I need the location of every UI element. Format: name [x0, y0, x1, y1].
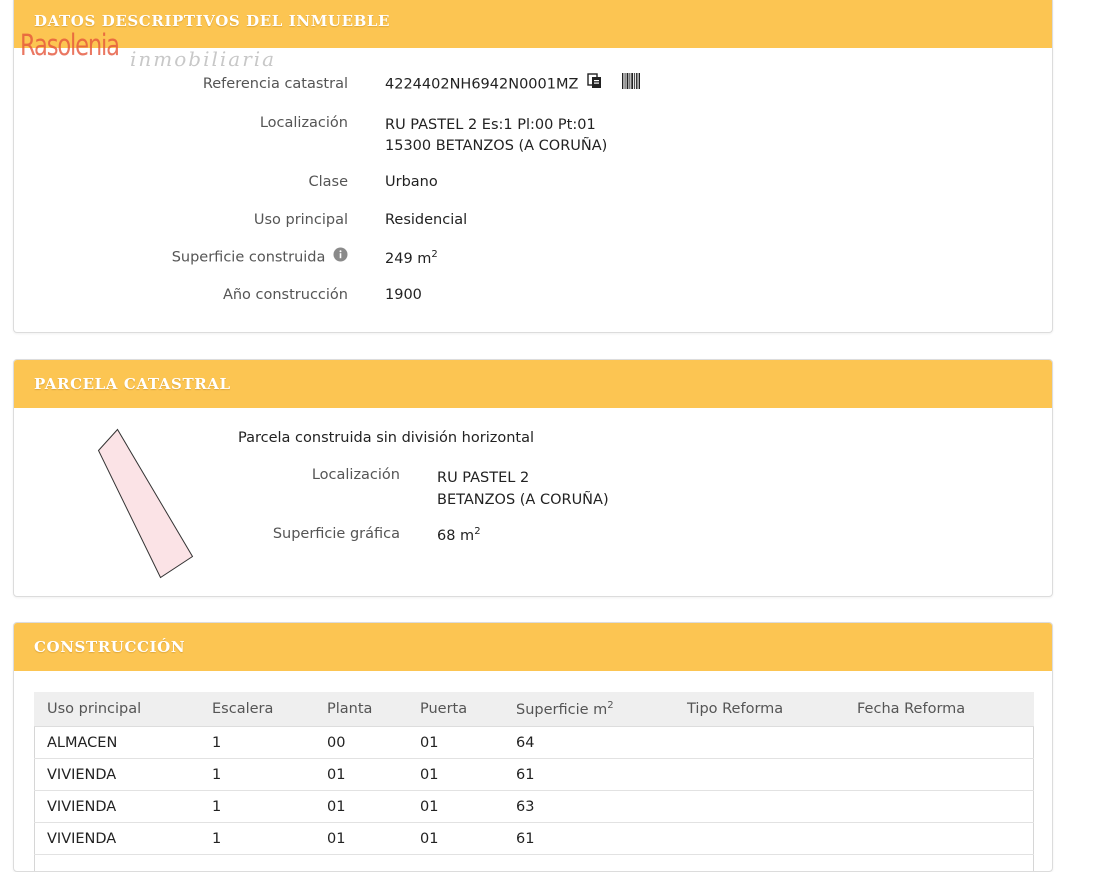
- cell-escalera: 1: [199, 758, 314, 791]
- barcode-icon[interactable]: [621, 73, 640, 93]
- superficie-construida-row-label: Superficie construida: [171, 247, 348, 266]
- cell-escalera: 1: [199, 726, 314, 759]
- construccion-panel-title: CONSTRUCCIÓN: [14, 623, 1052, 671]
- col-header-superficie[interactable]: Superficie m2: [503, 692, 674, 727]
- col-header-planta[interactable]: Planta: [314, 692, 407, 727]
- table-row: VIVIENDA 1 01 01 63: [34, 790, 1034, 823]
- col-header-escalera[interactable]: Escalera: [199, 692, 314, 727]
- cell-fecha-reforma: [844, 790, 1034, 823]
- cell-puerta: 01: [407, 790, 503, 823]
- superficie-grafica-unit-exp: 2: [474, 526, 481, 537]
- col-header-puerta[interactable]: Puerta: [407, 692, 503, 727]
- parcela-localizacion-value: RU PASTEL 2 BETANZOS (A CORUÑA): [437, 467, 609, 511]
- parcela-localizacion-line2: BETANZOS (A CORUÑA): [437, 492, 609, 508]
- uso-principal-label: Uso principal: [253, 212, 348, 228]
- col-header-fecha-reforma[interactable]: Fecha Reforma: [844, 692, 1034, 727]
- anio-construccion-value: 1900: [385, 287, 422, 303]
- cell-planta: 01: [314, 790, 407, 823]
- parcela-panel: PARCELA CATASTRAL Parcela construida sin…: [13, 359, 1053, 597]
- localizacion-line1: RU PASTEL 2 Es:1 Pl:00 Pt:01: [385, 117, 596, 133]
- parcela-panel-title: PARCELA CATASTRAL: [14, 360, 1052, 408]
- parcela-localizacion-label: Localización: [311, 467, 400, 483]
- construccion-panel: CONSTRUCCIÓN Uso principal Escalera Plan…: [13, 622, 1053, 872]
- table-row: ALMACEN 1 00 01 64: [34, 726, 1034, 759]
- construccion-table: Uso principal Escalera Planta Puerta Sup…: [34, 692, 1034, 855]
- clase-value: Urbano: [385, 174, 438, 190]
- parcela-localizacion-line1: RU PASTEL 2: [437, 470, 530, 486]
- col-header-tipo-reforma[interactable]: Tipo Reforma: [674, 692, 844, 727]
- cell-fecha-reforma: [844, 758, 1034, 791]
- info-icon[interactable]: [333, 247, 348, 266]
- cell-escalera: 1: [199, 822, 314, 855]
- superficie-grafica-value: 68 m2: [437, 526, 481, 544]
- col-header-superficie-text: Superficie m: [516, 701, 608, 718]
- cell-puerta: 01: [407, 758, 503, 791]
- superficie-construida-label: Superficie construida: [171, 249, 326, 266]
- clase-label: Clase: [308, 174, 348, 190]
- col-header-uso[interactable]: Uso principal: [34, 692, 199, 727]
- parcela-description: Parcela construida sin división horizont…: [238, 430, 534, 446]
- cell-uso: VIVIENDA: [34, 758, 199, 791]
- cell-uso: ALMACEN: [34, 726, 199, 759]
- copy-icon[interactable]: [587, 73, 603, 93]
- cell-planta: 00: [314, 726, 407, 759]
- superficie-construida-value: 249 m2: [385, 249, 438, 267]
- table-row: VIVIENDA 1 01 01 61: [34, 758, 1034, 791]
- referencia-row: 4224402NH6942N0001MZ: [385, 73, 640, 93]
- table-row: VIVIENDA 1 01 01 61: [34, 822, 1034, 855]
- cell-escalera: 1: [199, 790, 314, 823]
- superficie-construida-unit-exp: 2: [431, 249, 438, 260]
- referencia-label: Referencia catastral: [202, 76, 348, 92]
- uso-principal-value: Residencial: [385, 212, 468, 228]
- cell-uso: VIVIENDA: [34, 790, 199, 823]
- cell-puerta: 01: [407, 726, 503, 759]
- cell-planta: 01: [314, 758, 407, 791]
- cell-superficie: 61: [503, 822, 674, 855]
- cell-planta: 01: [314, 822, 407, 855]
- localizacion-label: Localización: [259, 115, 348, 131]
- cell-fecha-reforma: [844, 726, 1034, 759]
- anio-construccion-label: Año construcción: [222, 287, 348, 303]
- cell-puerta: 01: [407, 822, 503, 855]
- superficie-construida-number: 249 m: [385, 250, 432, 267]
- inmueble-panel-title: DATOS DESCRIPTIVOS DEL INMUEBLE: [14, 0, 1052, 48]
- cell-fecha-reforma: [844, 822, 1034, 855]
- cell-superficie: 61: [503, 758, 674, 791]
- parcel-shape-image[interactable]: [94, 426, 198, 580]
- table-header-row: Uso principal Escalera Planta Puerta Sup…: [34, 692, 1034, 727]
- cell-superficie: 64: [503, 726, 674, 759]
- referencia-value[interactable]: 4224402NH6942N0001MZ: [385, 77, 578, 93]
- localizacion-value: RU PASTEL 2 Es:1 Pl:00 Pt:01 15300 BETAN…: [385, 115, 607, 157]
- cell-tipo-reforma: [674, 790, 844, 823]
- cell-tipo-reforma: [674, 726, 844, 759]
- cell-uso: VIVIENDA: [34, 822, 199, 855]
- superficie-grafica-number: 68 m: [437, 527, 475, 544]
- cell-superficie: 63: [503, 790, 674, 823]
- inmueble-panel: DATOS DESCRIPTIVOS DEL INMUEBLE Referenc…: [13, 0, 1053, 333]
- localizacion-line2: 15300 BETANZOS (A CORUÑA): [385, 138, 608, 154]
- col-header-superficie-exp: 2: [607, 700, 614, 712]
- cell-tipo-reforma: [674, 758, 844, 791]
- superficie-grafica-label: Superficie gráfica: [272, 526, 400, 542]
- cell-tipo-reforma: [674, 822, 844, 855]
